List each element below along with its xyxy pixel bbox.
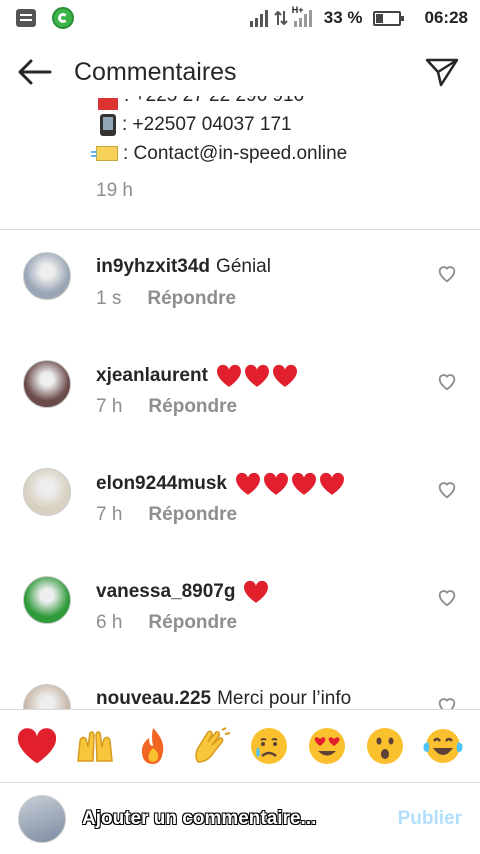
reply-button[interactable]: Répondre bbox=[148, 504, 237, 526]
current-user-avatar bbox=[18, 795, 66, 843]
heart-emoji-group bbox=[243, 580, 269, 604]
emoji-red-heart-button[interactable] bbox=[15, 724, 59, 768]
page-title: Commentaires bbox=[74, 57, 237, 86]
incoming-envelope-icon bbox=[91, 146, 118, 161]
red-heart-emoji-icon bbox=[235, 472, 260, 495]
comment-text: vanessa_8907g bbox=[96, 580, 269, 604]
caption-line-clipped: : +225 27 22 296 910 bbox=[96, 96, 476, 110]
reply-button[interactable]: Répondre bbox=[147, 288, 236, 310]
comment-time: 1 s bbox=[96, 288, 122, 309]
comment-username[interactable]: in9yhzxit34d bbox=[96, 256, 210, 278]
comment-meta: 6 h Répondre bbox=[96, 612, 237, 634]
mobile-phone-icon bbox=[100, 113, 116, 136]
red-heart-emoji-icon bbox=[244, 364, 269, 387]
avatar[interactable] bbox=[23, 468, 71, 516]
comment-body: Merci pour l’info bbox=[217, 688, 352, 709]
caption-timestamp: 19 h bbox=[96, 180, 133, 201]
red-heart-emoji-icon bbox=[244, 580, 269, 603]
emoji-astonished-face-button[interactable] bbox=[363, 724, 407, 768]
flag-emoji-icon bbox=[98, 98, 118, 110]
red-heart-emoji-icon bbox=[291, 472, 316, 495]
comment-item: elon9244musk 7 h Répondre bbox=[0, 468, 480, 576]
battery-icon bbox=[372, 10, 404, 26]
signal-icon-2: H+ bbox=[292, 5, 312, 27]
comment-text: nouveau.225 Merci pour l’info bbox=[96, 688, 353, 710]
fire-icon bbox=[141, 728, 164, 764]
quick-emoji-bar bbox=[0, 709, 480, 783]
signal-icon bbox=[249, 9, 268, 27]
heart-outline-icon[interactable] bbox=[436, 262, 458, 284]
comment-text: in9yhzxit34d Génial bbox=[96, 256, 273, 278]
astonished-face-icon bbox=[367, 728, 403, 764]
data-transfer-icon bbox=[274, 10, 288, 26]
red-heart-emoji-icon bbox=[216, 364, 241, 387]
heart-outline-icon[interactable] bbox=[436, 370, 458, 392]
post-caption: : +225 27 22 296 910 : +22507 04037 171 … bbox=[91, 96, 476, 205]
emoji-heart-eyes-button[interactable] bbox=[305, 724, 349, 768]
comment-input[interactable] bbox=[82, 808, 372, 830]
raising-hands-icon bbox=[77, 731, 113, 762]
comment-meta: 7 h Répondre bbox=[96, 396, 237, 418]
heart-emoji-group bbox=[216, 364, 298, 388]
comment-meta: 1 s Répondre bbox=[96, 288, 236, 310]
comment-item: vanessa_8907g 6 h Répondre bbox=[0, 576, 480, 684]
comment-text: elon9244musk bbox=[96, 472, 345, 496]
crying-face-icon bbox=[251, 728, 287, 764]
notification-icon bbox=[16, 9, 36, 27]
avatar[interactable] bbox=[23, 576, 71, 624]
clock: 06:28 bbox=[424, 8, 468, 27]
heart-outline-icon[interactable] bbox=[436, 478, 458, 500]
comment-username[interactable]: nouveau.225 bbox=[96, 688, 211, 710]
status-bar: H+ 33 % 06:28 bbox=[0, 0, 480, 36]
red-heart-emoji-icon bbox=[263, 472, 288, 495]
network-type-label: H+ bbox=[291, 5, 304, 15]
heart-outline-icon[interactable] bbox=[436, 586, 458, 608]
whatsapp-icon bbox=[52, 7, 74, 29]
reply-button[interactable]: Répondre bbox=[148, 396, 237, 418]
red-heart-icon bbox=[17, 728, 57, 764]
comment-meta: 7 h Répondre bbox=[96, 504, 237, 526]
emoji-crying-face-button[interactable] bbox=[247, 724, 291, 768]
back-button[interactable] bbox=[18, 52, 58, 92]
caption-line-phone: : +22507 04037 171 bbox=[96, 110, 476, 139]
caption-divider bbox=[0, 229, 480, 230]
comment-item: in9yhzxit34d Génial 1 s Répondre bbox=[0, 252, 480, 360]
red-heart-emoji-icon bbox=[319, 472, 344, 495]
comment-time: 6 h bbox=[96, 612, 123, 633]
clapping-hands-icon bbox=[195, 727, 231, 763]
avatar[interactable] bbox=[23, 360, 71, 408]
publish-button[interactable]: Publier bbox=[398, 808, 462, 830]
comment-item: xjeanlaurent 7 h Répondre bbox=[0, 360, 480, 468]
comment-time: 7 h bbox=[96, 504, 123, 525]
comment-body: Génial bbox=[216, 256, 271, 277]
comment-time: 7 h bbox=[96, 396, 123, 417]
comment-username[interactable]: vanessa_8907g bbox=[96, 581, 235, 603]
share-button[interactable] bbox=[422, 52, 462, 92]
red-heart-emoji-icon bbox=[272, 364, 297, 387]
emoji-tears-of-joy-button[interactable] bbox=[421, 724, 465, 768]
caption-line-email: : Contact@in-speed.online bbox=[91, 139, 476, 168]
avatar[interactable] bbox=[23, 252, 71, 300]
paper-plane-icon bbox=[425, 58, 459, 87]
caption-phone-text: : +22507 04037 171 bbox=[122, 114, 292, 135]
arrow-left-icon bbox=[18, 59, 52, 85]
emoji-clapping-hands-button[interactable] bbox=[189, 724, 233, 768]
caption-email-text[interactable]: : Contact@in-speed.online bbox=[123, 139, 347, 168]
heart-emoji-group bbox=[235, 472, 345, 496]
comment-username[interactable]: elon9244musk bbox=[96, 473, 227, 495]
tears-of-joy-icon bbox=[423, 729, 463, 763]
emoji-raising-hands-button[interactable] bbox=[73, 724, 117, 768]
caption-clipped-text: : +225 27 22 296 910 bbox=[124, 96, 304, 110]
comment-text: xjeanlaurent bbox=[96, 364, 298, 388]
battery-percent: 33 % bbox=[323, 8, 363, 27]
comment-composer: Publier bbox=[0, 784, 480, 854]
reply-button[interactable]: Répondre bbox=[148, 612, 237, 634]
comment-username[interactable]: xjeanlaurent bbox=[96, 365, 208, 387]
heart-eyes-icon bbox=[309, 728, 345, 764]
emoji-fire-button[interactable] bbox=[131, 724, 175, 768]
